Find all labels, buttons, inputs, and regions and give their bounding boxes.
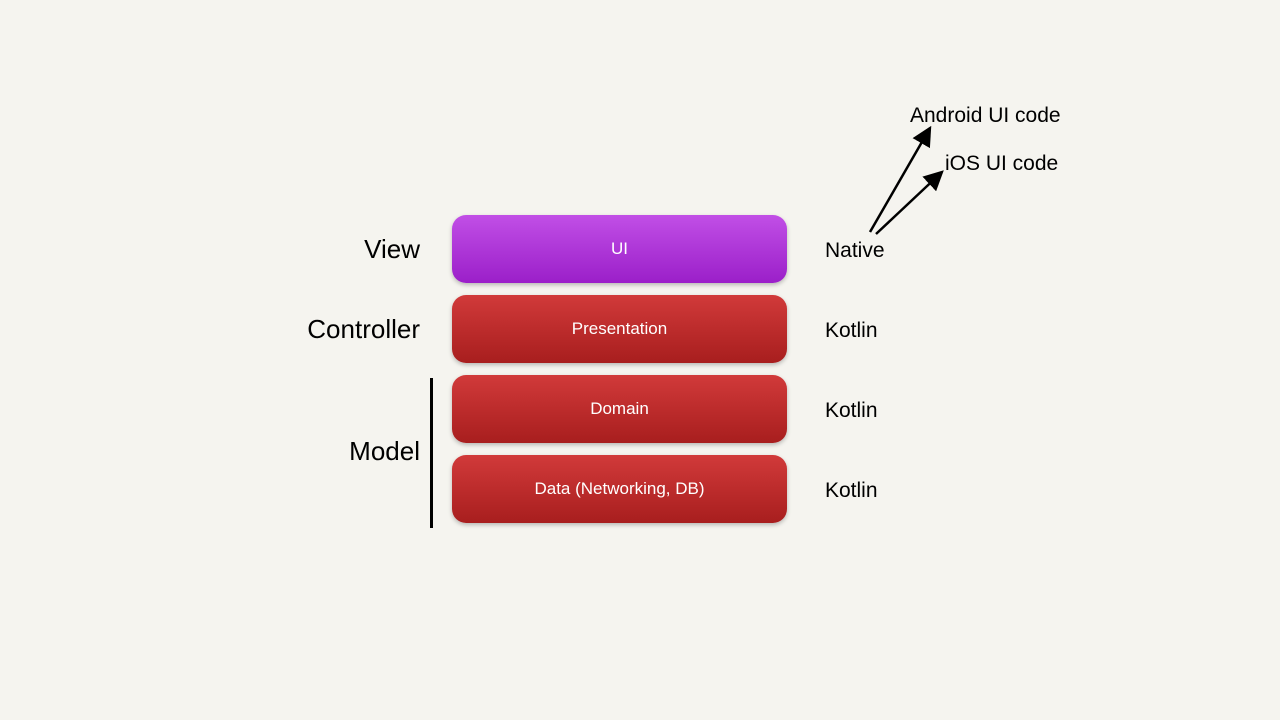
- label-native: Native: [825, 239, 885, 263]
- label-controller: Controller: [220, 314, 420, 345]
- label-view: View: [220, 234, 420, 265]
- block-domain-text: Domain: [590, 399, 649, 419]
- block-ui: UI: [452, 215, 787, 283]
- arrow-android: [870, 128, 930, 232]
- annotation-ios: iOS UI code: [945, 152, 1058, 176]
- model-bracket: [430, 378, 433, 528]
- label-kotlin-domain: Kotlin: [825, 399, 878, 423]
- block-data: Data (Networking, DB): [452, 455, 787, 523]
- block-data-text: Data (Networking, DB): [534, 479, 704, 499]
- annotation-android: Android UI code: [910, 104, 1061, 128]
- label-kotlin-data: Kotlin: [825, 479, 878, 503]
- label-model: Model: [220, 436, 420, 467]
- block-domain: Domain: [452, 375, 787, 443]
- label-kotlin-presentation: Kotlin: [825, 319, 878, 343]
- block-presentation: Presentation: [452, 295, 787, 363]
- block-presentation-text: Presentation: [572, 319, 667, 339]
- block-ui-text: UI: [611, 239, 628, 259]
- architecture-diagram: View UI Native Controller Presentation K…: [0, 0, 1280, 720]
- arrow-ios: [876, 172, 942, 234]
